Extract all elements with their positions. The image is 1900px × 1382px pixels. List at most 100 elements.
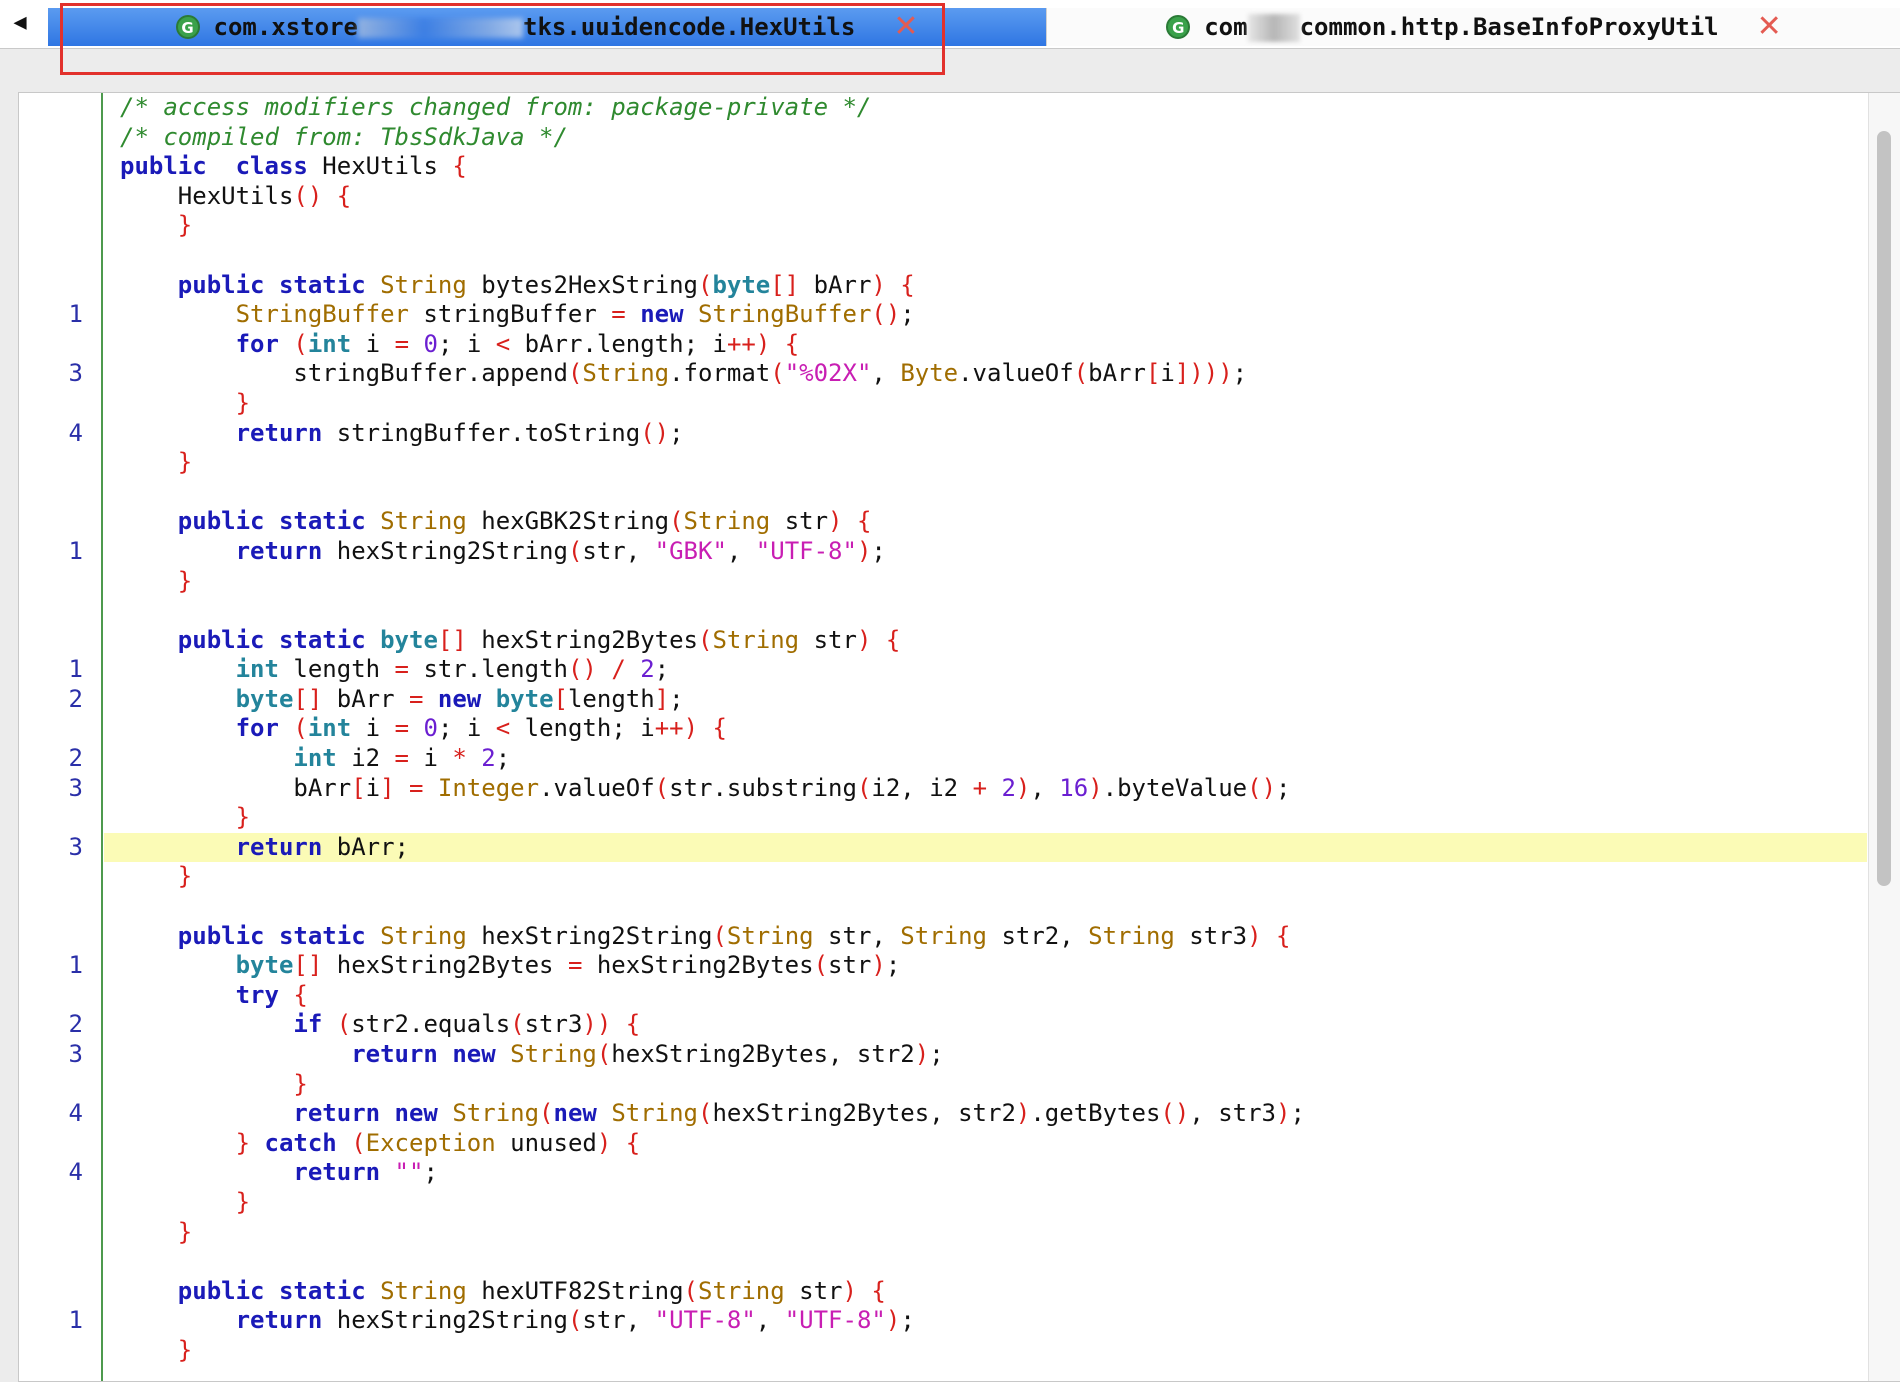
code-area[interactable]: /* access modifiers changed from: packag…: [104, 93, 1867, 1381]
code-line-highlighted[interactable]: return bArr;: [104, 832, 1867, 863]
code-line[interactable]: stringBuffer.append(String.format("%02X"…: [104, 359, 1867, 389]
code-line[interactable]: /* compiled from: TbsSdkJava */: [104, 123, 1867, 153]
code-line[interactable]: byte[] hexString2Bytes = hexString2Bytes…: [104, 951, 1867, 981]
code-line[interactable]: }: [104, 803, 1867, 833]
code-line[interactable]: if (str2.equals(str3)) {: [104, 1010, 1867, 1040]
code-token: ++: [654, 714, 684, 743]
code-token: (: [813, 951, 829, 980]
code-token: =: [394, 655, 409, 684]
code-line[interactable]: for (int i = 0; i < length; i++) {: [104, 714, 1867, 744]
code-line[interactable]: int i2 = i * 2;: [104, 744, 1867, 774]
code-line[interactable]: }: [104, 211, 1867, 241]
code-line[interactable]: HexUtils() {: [104, 182, 1867, 212]
code-token: 2: [1001, 773, 1016, 802]
code-token: String: [726, 921, 814, 950]
code-line[interactable]: [104, 892, 1867, 922]
code-line[interactable]: [104, 478, 1867, 508]
code-line[interactable]: StringBuffer stringBuffer = new StringBu…: [104, 300, 1867, 330]
code-token: 2: [640, 655, 655, 684]
code-line[interactable]: /* access modifiers changed from: packag…: [104, 93, 1867, 123]
code-line[interactable]: for (int i = 0; i < bArr.length; i++) {: [104, 330, 1867, 360]
code-token: i: [409, 744, 453, 773]
code-token: str: [770, 507, 829, 536]
code-token: (: [697, 270, 713, 299]
code-line[interactable]: }: [104, 448, 1867, 478]
code-token: str2,: [987, 921, 1089, 950]
code-token: =: [394, 329, 410, 358]
code-line[interactable]: public static String bytes2HexString(byt…: [104, 271, 1867, 301]
code-line[interactable]: bArr[i] = Integer.valueOf(str.substring(…: [104, 774, 1867, 804]
tab-hexutils[interactable]: G com.xstore tks.uuidencode.HexUtils ✕: [48, 8, 1046, 46]
code-token: 0: [423, 714, 438, 743]
code-line[interactable]: [104, 1247, 1867, 1277]
code-token: str3: [524, 1010, 583, 1039]
scrollbar-thumb[interactable]: [1877, 131, 1891, 886]
code-token: i2, i2: [871, 773, 973, 802]
code-line[interactable]: int length = str.length() / 2;: [104, 655, 1867, 685]
code-token: str: [828, 951, 872, 980]
code-line[interactable]: }: [104, 1336, 1867, 1366]
code-line[interactable]: public static String hexUTF82String(Stri…: [104, 1277, 1867, 1307]
code-line[interactable]: return "";: [104, 1158, 1867, 1188]
code-line[interactable]: return hexString2String(str, "UTF-8", "U…: [104, 1306, 1867, 1336]
code-token: (): [293, 181, 323, 210]
code-token: .valueOf: [539, 773, 655, 802]
code-line[interactable]: return hexString2String(str, "GBK", "UTF…: [104, 537, 1867, 567]
code-line[interactable]: return new String(hexString2Bytes, str2)…: [104, 1040, 1867, 1070]
code-token: }: [177, 211, 193, 240]
code-token: stringBuffer.append: [120, 359, 568, 388]
code-token: catch: [264, 1128, 337, 1157]
code-token: hexString2String: [466, 921, 713, 950]
code-token: ): [871, 270, 886, 299]
code-line[interactable]: public class HexUtils {: [104, 152, 1867, 182]
close-icon[interactable]: ✕: [893, 12, 918, 42]
code-line[interactable]: [104, 596, 1867, 626]
code-token: ,: [871, 359, 901, 388]
line-number: [19, 271, 101, 301]
code-line[interactable]: return new String(new String(hexString2B…: [104, 1099, 1867, 1129]
vertical-scrollbar[interactable]: [1868, 93, 1900, 1381]
code-token: "": [394, 1158, 424, 1187]
code-line[interactable]: } catch (Exception unused) {: [104, 1129, 1867, 1159]
line-number: [19, 922, 101, 952]
code-line[interactable]: byte[] bArr = new byte[length];: [104, 685, 1867, 715]
code-line[interactable]: }: [104, 567, 1867, 597]
code-line[interactable]: [104, 241, 1867, 271]
close-icon[interactable]: ✕: [1757, 12, 1782, 42]
code-token: ;: [423, 1158, 438, 1187]
redacted-blur: [1247, 13, 1300, 42]
code-token: int: [293, 744, 337, 773]
tab-baseinfoproxyutil[interactable]: G com common.http.BaseInfoProxyUtil ✕: [1046, 8, 1900, 46]
line-number: [19, 330, 101, 360]
code-line[interactable]: }: [104, 389, 1867, 419]
code-editor[interactable]: 134112233123441 /* access modifiers chan…: [18, 92, 1900, 1382]
tab-bar: ◀ G com.xstore tks.uuidencode.HexUtils ✕ …: [0, 0, 1900, 49]
code-line[interactable]: public static byte[] hexString2Bytes(Str…: [104, 626, 1867, 656]
code-line[interactable]: try {: [104, 981, 1867, 1011]
code-token: Exception: [365, 1128, 496, 1157]
code-token: ;: [929, 1040, 944, 1068]
code-line[interactable]: }: [104, 1188, 1867, 1218]
code-token: ): [842, 1276, 857, 1305]
scroll-tabs-left-icon[interactable]: ◀: [0, 8, 40, 38]
code-line[interactable]: }: [104, 862, 1867, 892]
code-line[interactable]: public static String hexGBK2String(Strin…: [104, 507, 1867, 537]
code-token: "UTF-8": [784, 1306, 886, 1335]
code-line[interactable]: }: [104, 1070, 1867, 1100]
code-line[interactable]: public static String hexString2String(St…: [104, 922, 1867, 952]
code-line[interactable]: }: [104, 1218, 1867, 1248]
code-token: ;: [669, 684, 684, 713]
code-token: (: [567, 1306, 583, 1335]
code-line[interactable]: return stringBuffer.toString();: [104, 419, 1867, 449]
code-token: public static: [177, 507, 366, 536]
